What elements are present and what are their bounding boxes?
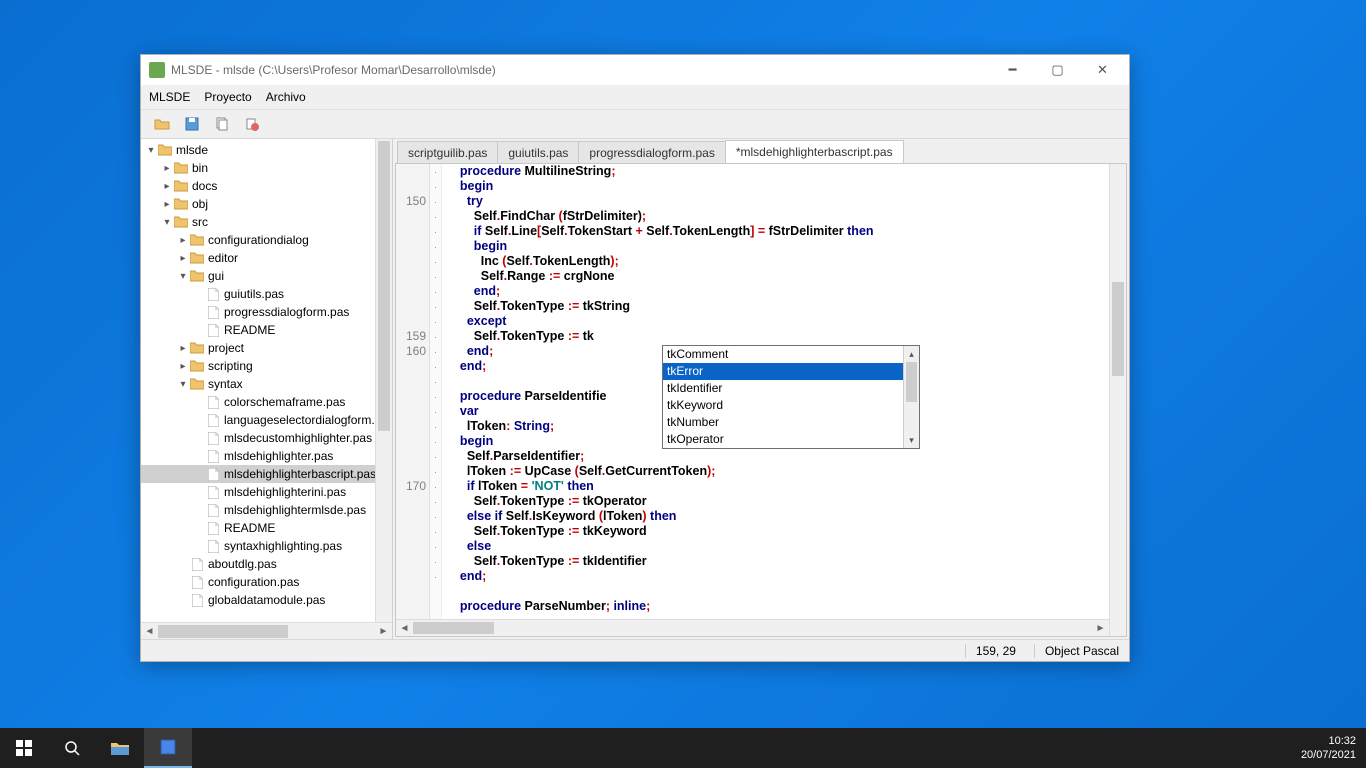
tree-file[interactable]: README bbox=[141, 321, 392, 339]
tree-file[interactable]: mlsdehighlighterini.pas bbox=[141, 483, 392, 501]
open-icon[interactable] bbox=[151, 113, 173, 135]
tree-file[interactable]: aboutdlg.pas bbox=[141, 555, 392, 573]
editor-tab[interactable]: progressdialogform.pas bbox=[578, 141, 725, 163]
save-icon[interactable] bbox=[181, 113, 203, 135]
taskbar-app-mlsde[interactable] bbox=[144, 728, 192, 768]
tree-folder[interactable]: ▾src bbox=[141, 213, 392, 231]
window-title: MLSDE - mlsde (C:\Users\Profesor Momar\D… bbox=[171, 63, 496, 77]
clock-time[interactable]: 10:32 bbox=[1301, 734, 1356, 748]
editor-scrollbar-horizontal[interactable]: ◄► bbox=[396, 619, 1109, 636]
tree-folder[interactable]: ▸project bbox=[141, 339, 392, 357]
editor-scrollbar-vertical[interactable] bbox=[1109, 164, 1126, 636]
explorer-icon[interactable] bbox=[96, 728, 144, 768]
tree-file[interactable]: mlsdehighlighterbascript.pas bbox=[141, 465, 392, 483]
autocomplete-popup[interactable]: tkCommenttkErrortkIdentifiertkKeywordtkN… bbox=[662, 345, 920, 449]
tree-file[interactable]: mlsdehighlighter.pas bbox=[141, 447, 392, 465]
tree-file[interactable]: mlsdecustomhighlighter.pas bbox=[141, 429, 392, 447]
editor-tab[interactable]: scriptguilib.pas bbox=[397, 141, 498, 163]
search-icon[interactable] bbox=[48, 728, 96, 768]
clock-date[interactable]: 20/07/2021 bbox=[1301, 748, 1356, 762]
tree-file[interactable]: guiutils.pas bbox=[141, 285, 392, 303]
editor-tab[interactable]: *mlsdehighlighterbascript.pas bbox=[725, 140, 904, 163]
delete-icon[interactable] bbox=[241, 113, 263, 135]
menu-proyecto[interactable]: Proyecto bbox=[204, 90, 251, 104]
tree-file[interactable]: progressdialogform.pas bbox=[141, 303, 392, 321]
tree-folder[interactable]: ▸docs bbox=[141, 177, 392, 195]
tree-file[interactable]: configuration.pas bbox=[141, 573, 392, 591]
tree-folder[interactable]: ▸scripting bbox=[141, 357, 392, 375]
start-button[interactable] bbox=[0, 728, 48, 768]
fold-column[interactable]: ···························· bbox=[430, 164, 442, 636]
autocomplete-item[interactable]: tkKeyword bbox=[663, 397, 919, 414]
toolbar bbox=[141, 109, 1129, 139]
menu-archivo[interactable]: Archivo bbox=[266, 90, 306, 104]
app-window: MLSDE - mlsde (C:\Users\Profesor Momar\D… bbox=[140, 54, 1130, 662]
tree-scrollbar-horizontal[interactable]: ◄► bbox=[141, 622, 392, 639]
titlebar[interactable]: MLSDE - mlsde (C:\Users\Profesor Momar\D… bbox=[141, 55, 1129, 85]
tree-file[interactable]: mlsdehighlightermlsde.pas bbox=[141, 501, 392, 519]
tree-folder[interactable]: ▸configurationdialog bbox=[141, 231, 392, 249]
tree-folder[interactable]: ▸editor bbox=[141, 249, 392, 267]
project-tree[interactable]: ▾mlsde▸bin▸docs▸obj▾src▸configurationdia… bbox=[141, 139, 393, 639]
tree-file[interactable]: syntaxhighlighting.pas bbox=[141, 537, 392, 555]
tree-folder[interactable]: ▾syntax bbox=[141, 375, 392, 393]
tree-folder[interactable]: ▾gui bbox=[141, 267, 392, 285]
autocomplete-item[interactable]: tkOperator bbox=[663, 431, 919, 448]
tree-file[interactable]: README bbox=[141, 519, 392, 537]
tree-file[interactable]: colorschemaframe.pas bbox=[141, 393, 392, 411]
tree-scrollbar-vertical[interactable] bbox=[375, 139, 392, 622]
status-language: Object Pascal bbox=[1034, 644, 1119, 658]
line-gutter: 150159160170 bbox=[396, 164, 430, 636]
app-icon bbox=[149, 62, 165, 78]
status-cursor-pos: 159, 29 bbox=[965, 644, 1016, 658]
minimize-button[interactable]: ━ bbox=[990, 56, 1035, 84]
autocomplete-item[interactable]: tkIdentifier bbox=[663, 380, 919, 397]
editor-tab[interactable]: guiutils.pas bbox=[497, 141, 579, 163]
tree-file[interactable]: globaldatamodule.pas bbox=[141, 591, 392, 609]
copy-icon[interactable] bbox=[211, 113, 233, 135]
tree-folder[interactable]: ▸bin bbox=[141, 159, 392, 177]
tree-file[interactable]: languageselectordialogform.p bbox=[141, 411, 392, 429]
autocomplete-item[interactable]: tkNumber bbox=[663, 414, 919, 431]
tree-folder[interactable]: ▸obj bbox=[141, 195, 392, 213]
editor-tabs: scriptguilib.pasguiutils.pasprogressdial… bbox=[393, 139, 1129, 163]
autocomplete-item[interactable]: tkComment bbox=[663, 346, 919, 363]
taskbar: 10:32 20/07/2021 bbox=[0, 728, 1366, 768]
menubar: MLSDE Proyecto Archivo bbox=[141, 85, 1129, 109]
maximize-button[interactable]: ▢ bbox=[1035, 56, 1080, 84]
menu-mlsde[interactable]: MLSDE bbox=[149, 90, 190, 104]
tree-folder[interactable]: ▾mlsde bbox=[141, 141, 392, 159]
close-button[interactable]: ✕ bbox=[1080, 56, 1125, 84]
autocomplete-item[interactable]: tkError bbox=[663, 363, 919, 380]
statusbar: 159, 29 Object Pascal bbox=[141, 639, 1129, 661]
